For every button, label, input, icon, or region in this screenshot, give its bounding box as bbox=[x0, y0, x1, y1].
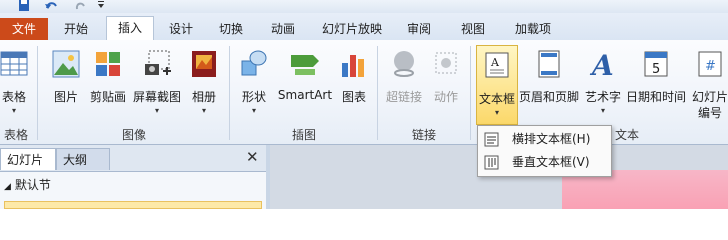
wordart-button[interactable]: A 艺术字 ▾ bbox=[582, 44, 624, 122]
shapes-label: 形状 bbox=[241, 90, 266, 104]
group-label-links: 链接 bbox=[411, 128, 436, 142]
chevron-down-icon: ▾ bbox=[251, 106, 256, 115]
hyperlink-icon bbox=[394, 51, 414, 77]
save-icon[interactable] bbox=[18, 0, 30, 11]
textbox-label: 文本框 bbox=[478, 92, 515, 106]
tab-transitions[interactable]: 切换 bbox=[214, 19, 248, 39]
redo-icon[interactable] bbox=[74, 0, 86, 11]
calendar-icon: 5 bbox=[644, 51, 668, 77]
screenshot-icon bbox=[145, 50, 171, 75]
action-label: 动作 bbox=[433, 90, 458, 104]
chevron-down-icon: ▾ bbox=[11, 106, 16, 115]
group-label-illustrations: 插图 bbox=[291, 128, 316, 142]
chevron-down-icon: ▾ bbox=[600, 106, 605, 115]
group-label-text: 文本 bbox=[614, 128, 639, 142]
wordart-label: 艺术字 bbox=[584, 90, 621, 104]
chevron-down-icon: ▾ bbox=[154, 106, 159, 115]
tab-insert[interactable]: 插入 bbox=[106, 16, 154, 40]
table-icon bbox=[0, 51, 28, 76]
section-header[interactable]: ◢ 默认节 bbox=[4, 176, 51, 193]
hyperlink-button[interactable]: 超链接 bbox=[382, 44, 426, 122]
collapse-icon: ◢ bbox=[4, 182, 11, 192]
ribbon-tabs: 文件 开始 插入 设计 切换 动画 幻灯片放映 审阅 视图 加载项 bbox=[0, 13, 728, 41]
horizontal-textbox-icon bbox=[484, 132, 499, 147]
svg-text:A: A bbox=[589, 49, 614, 79]
datetime-label: 日期和时间 bbox=[625, 90, 686, 104]
customize-qat-icon[interactable] bbox=[96, 0, 106, 11]
clipart-icon bbox=[96, 52, 120, 76]
undo-icon[interactable] bbox=[44, 0, 58, 11]
tab-animations[interactable]: 动画 bbox=[266, 19, 300, 39]
close-icon[interactable]: ✕ bbox=[246, 148, 259, 166]
slide-number-icon: # bbox=[698, 51, 722, 77]
photo-album-icon bbox=[192, 51, 216, 77]
chart-icon bbox=[342, 55, 364, 77]
menu-item-horizontal-textbox[interactable]: 横排文本框(H) bbox=[480, 129, 609, 150]
chevron-down-icon: ▾ bbox=[201, 106, 206, 115]
chart-label: 图表 bbox=[341, 90, 366, 104]
picture-label: 图片 bbox=[53, 90, 78, 104]
clipart-label: 剪贴画 bbox=[89, 90, 126, 104]
tab-home[interactable]: 开始 bbox=[58, 19, 94, 39]
action-icon bbox=[435, 52, 457, 74]
action-button[interactable]: 动作 bbox=[428, 44, 464, 122]
group-separator bbox=[37, 46, 38, 140]
group-separator bbox=[377, 46, 378, 140]
tab-slides[interactable]: 幻灯片 bbox=[0, 148, 56, 170]
tab-review[interactable]: 审阅 bbox=[402, 19, 436, 39]
quick-access-toolbar bbox=[0, 0, 728, 13]
svg-text:#: # bbox=[705, 59, 716, 74]
tab-addins[interactable]: 加载项 bbox=[508, 19, 558, 39]
picture-button[interactable]: 图片 bbox=[46, 44, 86, 122]
textbox-button[interactable]: A 文本框 ▾ bbox=[476, 45, 518, 125]
svg-text:A: A bbox=[490, 56, 500, 69]
slide-number-label-1: 幻灯片 bbox=[691, 90, 728, 104]
ribbon-insert: 表格 ▾ 表格 图片 剪贴画 屏幕截图 ▾ 相册 ▾ 图像 形状 ▾ Smart… bbox=[0, 40, 728, 145]
smartart-button[interactable]: SmartArt bbox=[274, 44, 336, 122]
smartart-label: SmartArt bbox=[277, 88, 333, 102]
photo-album-label: 相册 bbox=[191, 90, 216, 104]
wordart-icon: A bbox=[589, 49, 614, 79]
textbox-dropdown-menu: 横排文本框(H) 垂直文本框(V) bbox=[477, 125, 612, 177]
photo-album-button[interactable]: 相册 ▾ bbox=[186, 44, 222, 122]
calendar-digit: 5 bbox=[652, 62, 660, 77]
header-footer-label: 页眉和页脚 bbox=[518, 90, 579, 104]
group-label-images: 图像 bbox=[121, 128, 146, 142]
smartart-icon bbox=[291, 55, 319, 75]
chart-button[interactable]: 图表 bbox=[336, 44, 372, 122]
hyperlink-label: 超链接 bbox=[385, 90, 422, 104]
datetime-button[interactable]: 5 日期和时间 bbox=[624, 44, 688, 122]
textbox-icon: A bbox=[485, 52, 509, 78]
slides-panel-header: 幻灯片 大纲 bbox=[0, 145, 266, 172]
vertical-textbox-icon bbox=[484, 155, 499, 170]
section-label: 默认节 bbox=[14, 178, 51, 192]
tab-file[interactable]: 文件 bbox=[0, 18, 48, 40]
slide-number-button[interactable]: # 幻灯片 编号 bbox=[688, 44, 728, 122]
screenshot-label: 屏幕截图 bbox=[132, 90, 181, 104]
shapes-button[interactable]: 形状 ▾ bbox=[236, 44, 272, 122]
picture-icon bbox=[52, 50, 80, 78]
header-footer-button[interactable]: 页眉和页脚 bbox=[518, 44, 580, 122]
slide-thumbnail[interactable] bbox=[4, 201, 262, 209]
shapes-icon bbox=[241, 50, 267, 76]
table-label: 表格 bbox=[1, 90, 26, 104]
tab-design[interactable]: 设计 bbox=[164, 19, 198, 39]
menu-item-label: 横排文本框(H) bbox=[512, 132, 591, 146]
group-separator bbox=[470, 46, 471, 140]
menu-item-label: 垂直文本框(V) bbox=[512, 155, 590, 169]
tab-view[interactable]: 视图 bbox=[456, 19, 490, 39]
menu-item-vertical-textbox[interactable]: 垂直文本框(V) bbox=[480, 152, 609, 173]
clipart-button[interactable]: 剪贴画 bbox=[86, 44, 130, 122]
tab-outline[interactable]: 大纲 bbox=[56, 148, 110, 170]
group-label-table: 表格 bbox=[3, 128, 28, 142]
tab-slideshow[interactable]: 幻灯片放映 bbox=[320, 19, 384, 39]
table-button[interactable]: 表格 ▾ bbox=[0, 44, 36, 122]
group-separator bbox=[229, 46, 230, 140]
slide-number-label-2: 编号 bbox=[697, 106, 722, 120]
screenshot-button[interactable]: 屏幕截图 ▾ bbox=[130, 44, 184, 122]
chevron-down-icon: ▾ bbox=[494, 108, 499, 117]
header-footer-icon bbox=[538, 50, 560, 78]
